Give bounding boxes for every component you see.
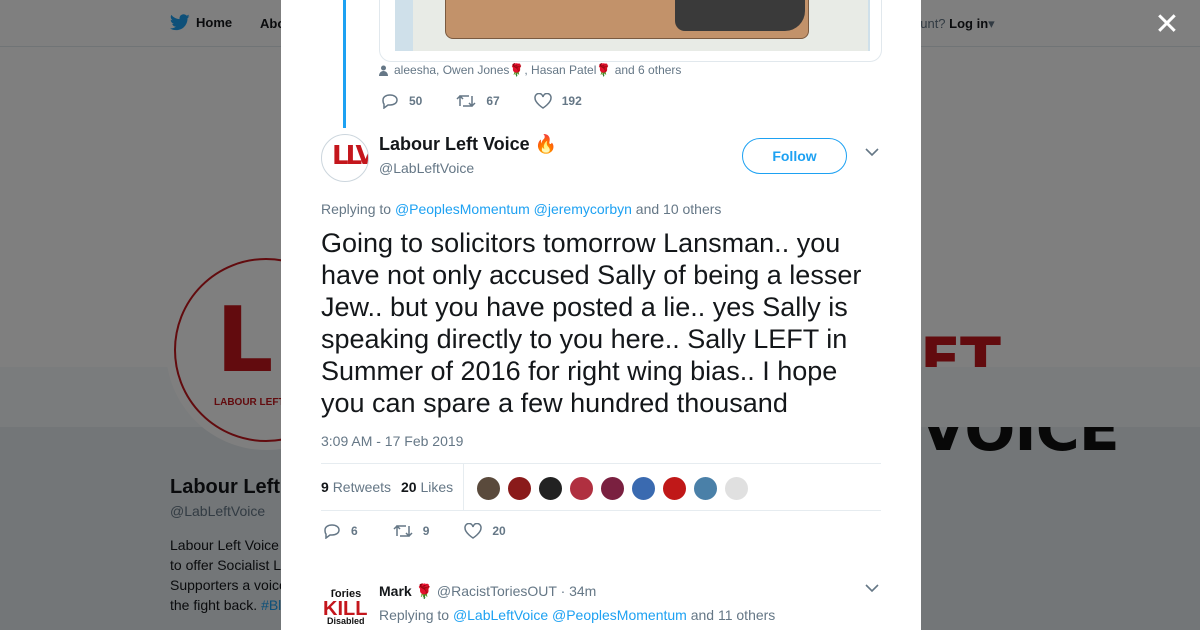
like-button[interactable]: 192 — [533, 93, 582, 109]
tweet-text: Going to solicitors tomorrow Lansman.. y… — [321, 228, 862, 418]
reply-header: Mark 🌹 @RacistToriesOUT · 34m — [379, 583, 596, 600]
close-icon[interactable]: ✕ — [1152, 10, 1182, 40]
likes-stat[interactable]: 20 Likes — [401, 479, 453, 495]
liker-avatar[interactable] — [693, 476, 718, 501]
liker-avatar[interactable] — [507, 476, 532, 501]
liker-avatar[interactable] — [631, 476, 656, 501]
reply-icon — [323, 523, 341, 539]
fire-icon: 🔥 — [534, 134, 558, 154]
reply-time[interactable]: · 34m — [561, 583, 597, 599]
retweet-icon — [456, 93, 476, 109]
tweet-actions: 6 9 20 — [323, 523, 506, 539]
retweet-button[interactable]: 9 — [393, 523, 430, 539]
retweet-icon — [393, 523, 413, 539]
liker-avatar[interactable] — [538, 476, 563, 501]
llv-logo: LLV — [332, 141, 369, 171]
author-avatar[interactable]: LLV — [321, 134, 369, 182]
liker-names: aleesha, Owen Jones🌹, Hasan Patel🌹 and 6… — [394, 63, 681, 77]
rose-icon: 🌹 — [596, 63, 612, 77]
previous-tweet-media[interactable] — [379, 0, 882, 62]
reply-author-avatar[interactable]: Tories KILL Disabled — [321, 586, 369, 630]
liker-avatar[interactable] — [724, 476, 749, 501]
author-handle[interactable]: @LabLeftVoice — [379, 160, 474, 176]
mention-link[interactable]: @PeoplesMomentum — [552, 607, 687, 623]
previous-tweet-actions: 50 67 192 — [381, 93, 582, 109]
reply-icon — [381, 93, 399, 109]
author-name-text: Labour Left Voice — [379, 134, 530, 154]
tweet-timestamp[interactable]: 3:09 AM - 17 Feb 2019 — [321, 433, 463, 449]
replying-to-prefix: Replying to — [379, 607, 453, 623]
replying-to-others[interactable]: and 10 others — [632, 201, 722, 217]
like-button[interactable]: 20 — [464, 523, 506, 539]
thread-connector — [343, 0, 346, 128]
follow-button[interactable]: Follow — [742, 138, 847, 174]
mention-link[interactable]: @LabLeftVoice — [453, 607, 548, 623]
reply-button[interactable]: 50 — [381, 93, 422, 109]
replying-to: Replying to @PeoplesMomentum @jeremycorb… — [321, 201, 721, 217]
likes-stat-count: 20 — [401, 479, 417, 495]
retweet-count: 67 — [486, 94, 500, 108]
liker-avatars — [476, 476, 749, 501]
reply-button[interactable]: 6 — [323, 523, 358, 539]
previous-tweet-likers[interactable]: aleesha, Owen Jones🌹, Hasan Patel🌹 and 6… — [379, 63, 681, 77]
retweet-count: 9 — [422, 524, 430, 538]
liker-name: aleesha, Owen Jones — [394, 63, 510, 77]
like-count: 20 — [492, 524, 506, 538]
replying-to-prefix: Replying to — [321, 201, 395, 217]
reply-author-name[interactable]: Mark — [379, 583, 412, 599]
avatar-text-bottom: Disabled — [327, 616, 365, 626]
media-image — [395, 0, 870, 51]
retweets-stat-label: Retweets — [332, 479, 392, 495]
tweet-stats: 9 Retweets 20 Likes — [321, 463, 881, 511]
retweets-stat[interactable]: 9 Retweets — [321, 479, 391, 495]
liker-avatar[interactable] — [476, 476, 501, 501]
heart-icon — [533, 93, 552, 109]
like-count: 192 — [561, 94, 582, 108]
retweet-button[interactable]: 67 — [456, 93, 500, 109]
chevron-down-icon[interactable] — [865, 148, 879, 157]
likes-stat-label: Likes — [420, 479, 454, 495]
reply-count: 6 — [351, 524, 358, 538]
author-name[interactable]: Labour Left Voice 🔥 — [379, 134, 557, 155]
media-image-figure — [675, 0, 805, 31]
liker-others: and 6 others — [611, 63, 682, 77]
mention-link[interactable]: @jeremycorbyn — [534, 201, 632, 217]
retweets-stat-count: 9 — [321, 479, 329, 495]
replying-to-others[interactable]: and 11 others — [687, 607, 776, 623]
heart-icon — [464, 523, 483, 539]
person-icon — [379, 65, 388, 76]
rose-icon: 🌹 — [509, 63, 525, 77]
chevron-down-icon[interactable] — [865, 584, 879, 593]
liker-avatar[interactable] — [569, 476, 594, 501]
reply-count: 50 — [409, 94, 423, 108]
mention-link[interactable]: @PeoplesMomentum — [395, 201, 530, 217]
liker-name: , Hasan Patel — [524, 63, 597, 77]
rose-icon: 🌹 — [415, 583, 434, 599]
stats-divider — [463, 464, 464, 510]
liker-avatar[interactable] — [600, 476, 625, 501]
tweet-modal: aleesha, Owen Jones🌹, Hasan Patel🌹 and 6… — [281, 0, 921, 630]
liker-avatar[interactable] — [662, 476, 687, 501]
reply-author-handle[interactable]: @RacistToriesOUT — [437, 583, 557, 599]
reply-replying-to: Replying to @LabLeftVoice @PeoplesMoment… — [379, 607, 775, 623]
